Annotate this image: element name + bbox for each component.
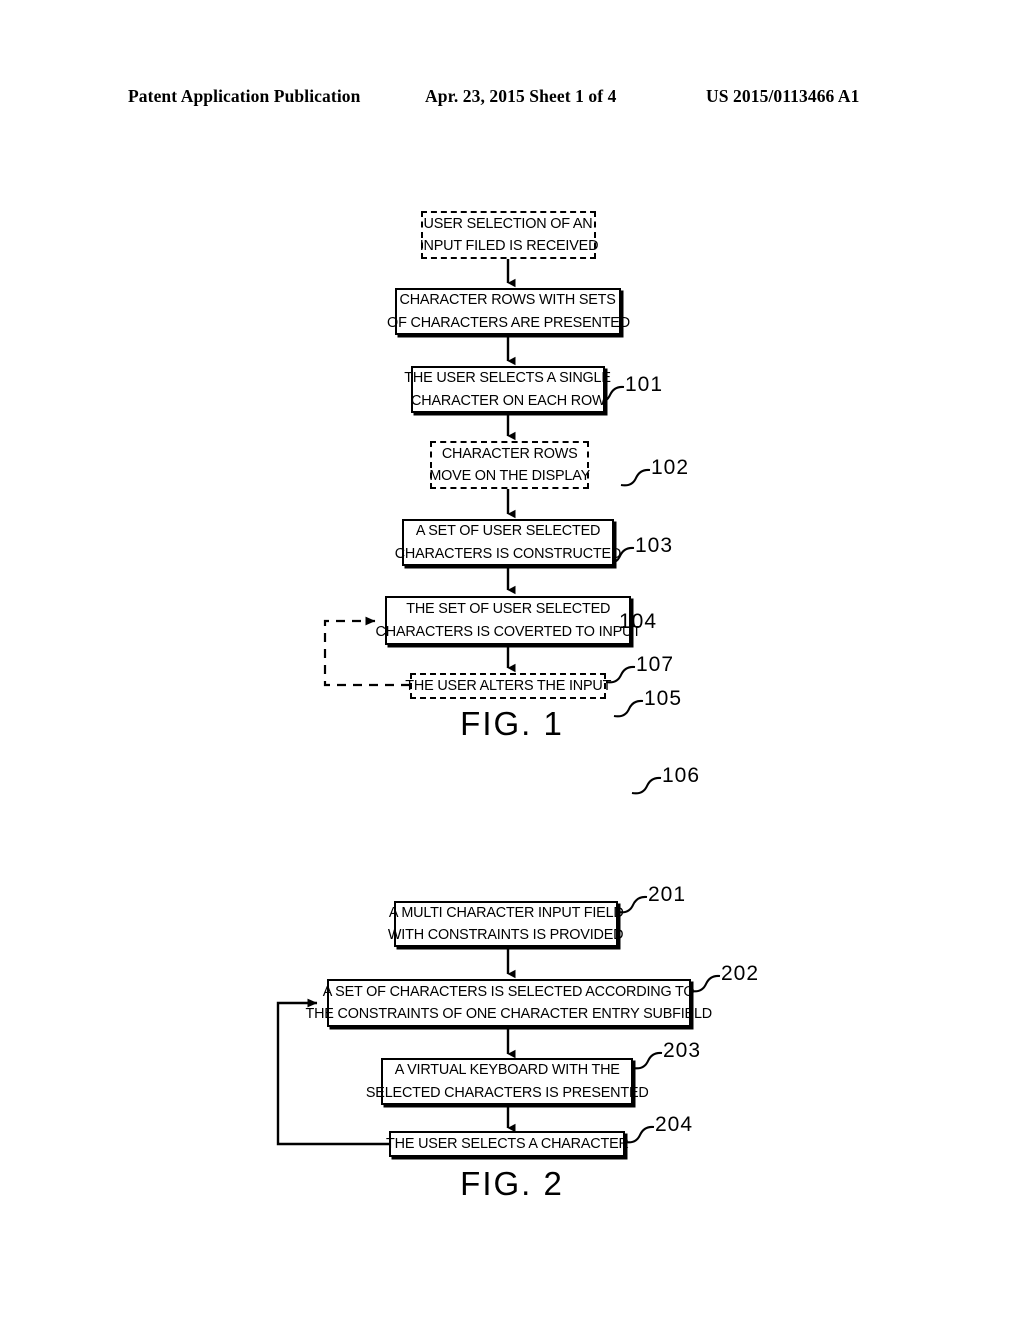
flow-node-104[interactable]: CHARACTER ROWS MOVE ON THE DISPLAY — [429, 441, 590, 489]
flow-node-106-line-2: CHARACTERS IS COVERTED TO INPUT — [375, 622, 641, 640]
flow-node-103-line-1: THE USER SELECTS A SINGLE — [404, 369, 612, 387]
ref-label-101: 101 — [625, 373, 664, 396]
flow-node-105[interactable]: A SET OF USER SELECTED CHARACTERS IS CON… — [395, 519, 621, 566]
flow-node-105-line-2: CHARACTERS IS CONSTRUCTED — [394, 544, 622, 562]
page-header: Patent Application Publication Apr. 23, … — [0, 86, 1024, 112]
leader-106 — [631, 776, 662, 795]
flow-node-202[interactable]: A SET OF CHARACTERS IS SELECTED ACCORDIN… — [306, 979, 712, 1027]
flow-node-103-line-2: CHARACTER ON EACH ROW — [410, 391, 606, 409]
flow-node-105-line-1: A SET OF USER SELECTED — [415, 522, 601, 540]
flow-node-107-line-1: THE USER ALTERS THE INPUT — [405, 676, 611, 694]
flow-node-201-line-1: A MULTI CHARACTER INPUT FIELD — [388, 903, 624, 921]
header-date-sheet: Apr. 23, 2015 Sheet 1 of 4 — [425, 86, 617, 106]
flow-node-102[interactable]: CHARACTER ROWS WITH SETS OF CHARACTERS A… — [387, 288, 630, 335]
flow-node-202-line-2: THE CONSTRAINTS OF ONE CHARACTER ENTRY S… — [305, 1005, 713, 1022]
figure-1-caption: FIG. 1 — [460, 705, 564, 742]
flow-node-203[interactable]: A VIRTUAL KEYBOARD WITH THE SELECTED CHA… — [366, 1058, 649, 1105]
flow-node-101-line-1: USER SELECTION OF AN — [424, 214, 594, 232]
ref-label-104: 104 — [619, 610, 658, 633]
leader-204 — [624, 1125, 655, 1144]
flow-node-204-line-1: THE USER SELECTS A CHARACTER — [385, 1134, 629, 1152]
ref-label-107: 107 — [636, 653, 675, 676]
ref-label-103: 103 — [635, 534, 674, 557]
ref-label-102: 102 — [651, 456, 690, 479]
ref-label-203: 203 — [663, 1039, 702, 1062]
flow-node-104-line-2: MOVE ON THE DISPLAY — [429, 467, 590, 484]
flow-node-103[interactable]: THE USER SELECTS A SINGLE CHARACTER ON E… — [405, 366, 611, 413]
flow-node-101[interactable]: USER SELECTION OF AN INPUT FILED IS RECE… — [419, 211, 598, 259]
flow-node-106-line-1: THE SET OF USER SELECTED — [406, 600, 610, 618]
flow-node-203-line-1: A VIRTUAL KEYBOARD WITH THE — [394, 1061, 620, 1079]
figure-1: USER SELECTION OF AN INPUT FILED IS RECE… — [0, 170, 1024, 795]
flow-node-101-line-2: INPUT FILED IS RECEIVED — [419, 237, 598, 254]
leader-203 — [632, 1051, 663, 1070]
flow-node-102-line-2: OF CHARACTERS ARE PRESENTED — [386, 313, 630, 331]
flow-node-204[interactable]: THE USER SELECTS A CHARACTER — [386, 1131, 629, 1157]
flow-node-201[interactable]: A MULTI CHARACTER INPUT FIELD WITH CONST… — [388, 901, 624, 947]
flow-node-107[interactable]: THE USER ALTERS THE INPUT — [405, 673, 611, 699]
leader-102 — [620, 468, 651, 487]
flow-node-106[interactable]: THE SET OF USER SELECTED CHARACTERS IS C… — [375, 596, 641, 645]
flow-node-104-line-1: CHARACTER ROWS — [441, 444, 578, 462]
ref-label-201: 201 — [648, 883, 687, 906]
header-patent-number: US 2015/0113466 A1 — [706, 86, 860, 106]
flow-node-202-line-1: A SET OF CHARACTERS IS SELECTED ACCORDIN… — [323, 982, 695, 1000]
figure-2-caption: FIG. 2 — [460, 1165, 564, 1202]
ref-label-202: 202 — [721, 962, 760, 985]
ref-label-106: 106 — [662, 764, 701, 787]
ref-label-204: 204 — [655, 1113, 694, 1136]
header-publication-title: Patent Application Publication — [128, 86, 361, 106]
leader-202 — [690, 974, 721, 993]
flow-node-201-line-2: WITH CONSTRAINTS IS PROVIDED — [388, 926, 624, 943]
ref-label-105: 105 — [644, 687, 683, 710]
flow-node-102-line-1: CHARACTER ROWS WITH SETS — [399, 291, 617, 309]
flow-node-203-line-2: SELECTED CHARACTERS IS PRESENTED — [365, 1083, 649, 1101]
